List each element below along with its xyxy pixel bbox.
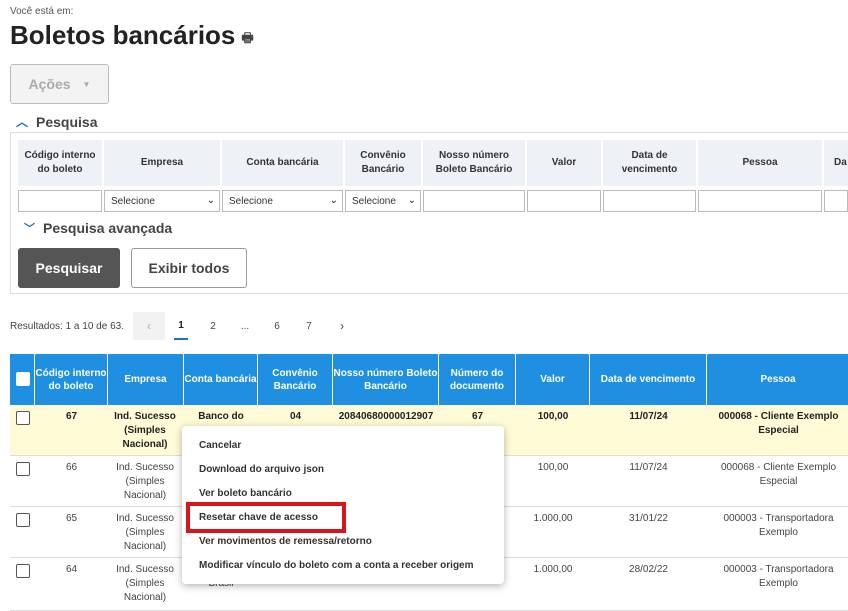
cell-empresa: Ind. Sucesso (Simples Nacional) <box>116 462 174 501</box>
page-title-text: Boletos bancários <box>10 20 236 50</box>
search-section-toggle[interactable]: ︿ Pesquisa <box>16 113 98 130</box>
col-header-conta[interactable]: Conta bancária <box>184 354 258 405</box>
row-checkbox[interactable] <box>16 513 30 527</box>
filter-convenio-select[interactable]: Selecione ⌄ <box>345 190 421 212</box>
filter-header-nosso-numero: Nosso número Boleto Bancário <box>423 140 525 186</box>
cell-nosso-numero: 20840680000012907 <box>338 411 434 422</box>
cell-pessoa: 000068 - Cliente Exemplo Especial <box>718 411 839 436</box>
chevron-down-icon: ⌄ <box>206 195 215 206</box>
menu-item-ver-boleto[interactable]: Ver boleto bancário <box>199 488 292 499</box>
menu-item-cancelar[interactable]: Cancelar <box>199 440 241 451</box>
pagination-page-7[interactable]: 7 <box>302 312 316 340</box>
pagination-ellipsis: ... <box>240 320 250 332</box>
col-header-nosso-numero[interactable]: Nosso número Boleto Bancário <box>333 354 439 405</box>
advanced-search-label: Pesquisa avançada <box>43 220 173 236</box>
pagination-prev[interactable]: ‹ <box>133 312 165 340</box>
pagination-page-6[interactable]: 6 <box>270 312 284 340</box>
filter-pessoa-input[interactable] <box>698 190 822 212</box>
cell-codigo: 67 <box>65 411 78 422</box>
cell-pessoa: 000003 - Transportadora Exemplo <box>723 513 834 538</box>
row-checkbox[interactable] <box>16 462 30 476</box>
cell-convenio: 04 <box>289 411 302 422</box>
select-value: Selecione <box>352 195 396 207</box>
breadcrumb: Você está em: <box>10 6 74 17</box>
caret-down-icon: ▼ <box>82 79 91 89</box>
cell-data-vencimento: 11/07/24 <box>629 411 668 422</box>
actions-label: Ações <box>28 76 71 92</box>
actions-button[interactable]: Ações ▼ <box>10 64 109 104</box>
select-all-checkbox[interactable] <box>16 372 30 386</box>
show-all-button[interactable]: Exibir todos <box>131 248 247 288</box>
filter-valor-input[interactable] <box>527 190 601 212</box>
filter-header-convenio: Convênio Bancário <box>345 140 421 186</box>
cell-codigo: 65 <box>65 513 78 524</box>
cell-data-vencimento: 31/01/22 <box>629 513 668 524</box>
col-header-numero-documento[interactable]: Número do documento <box>439 354 516 405</box>
cell-codigo: 66 <box>65 462 78 473</box>
menu-item-ver-movimentos[interactable]: Ver movimentos de remessa/retorno <box>199 536 372 547</box>
highlight-annotation-box <box>186 502 346 533</box>
select-value: Selecione <box>111 195 155 207</box>
cell-numero-documento: 67 <box>471 411 484 422</box>
filter-extra-input[interactable] <box>824 190 848 212</box>
filter-header-data-vencimento: Data de vencimento <box>603 140 696 186</box>
col-header-codigo[interactable]: Código interno do boleto <box>35 354 108 405</box>
cell-codigo: 64 <box>65 564 78 575</box>
col-header-empresa[interactable]: Empresa <box>108 354 184 405</box>
col-header-valor[interactable]: Valor <box>516 354 590 405</box>
cell-valor: 1.000,00 <box>533 513 573 524</box>
cell-valor: 1.000,00 <box>533 564 573 575</box>
chevron-down-icon: ⌄ <box>329 195 338 206</box>
filter-header-valor: Valor <box>527 140 601 186</box>
col-header-pessoa[interactable]: Pessoa <box>707 354 848 405</box>
cell-empresa: Ind. Sucesso (Simples Nacional) <box>116 564 174 603</box>
search-section-title: Pesquisa <box>36 113 98 130</box>
pagination-page-1[interactable]: 1 <box>174 312 188 340</box>
row-checkbox[interactable] <box>16 411 30 425</box>
filter-codigo-input[interactable] <box>18 190 102 212</box>
page-title: Boletos bancários 🖶 <box>10 20 254 51</box>
cell-valor: 100,00 <box>537 462 569 473</box>
cell-data-vencimento: 11/07/24 <box>629 462 668 473</box>
print-icon[interactable]: 🖶 <box>241 29 253 51</box>
cell-pessoa: 000068 - Cliente Exemplo Especial <box>720 462 837 487</box>
cell-data-vencimento: 28/02/22 <box>629 564 668 575</box>
filter-header-pessoa: Pessoa <box>698 140 822 186</box>
filter-empresa-select[interactable]: Selecione ⌄ <box>104 190 220 212</box>
cell-pessoa: 000003 - Transportadora Exemplo <box>723 564 834 589</box>
advanced-search-toggle[interactable]: ﹀ Pesquisa avançada <box>24 220 172 236</box>
filter-header-empresa: Empresa <box>104 140 220 186</box>
filter-nosso-numero-input[interactable] <box>423 190 525 212</box>
pagination-page-2[interactable]: 2 <box>206 312 220 340</box>
chevron-up-icon: ︿ <box>16 115 29 129</box>
chevron-down-icon: ﹀ <box>24 223 35 235</box>
select-value: Selecione <box>229 195 273 207</box>
chevron-down-icon: ⌄ <box>407 195 416 206</box>
filter-header-extra: Da <box>824 140 848 186</box>
filter-header-codigo: Código interno do boleto <box>18 140 102 186</box>
filter-header-conta: Conta bancária <box>222 140 343 186</box>
menu-item-download-json[interactable]: Download do arquivo json <box>199 464 324 475</box>
filter-conta-select[interactable]: Selecione ⌄ <box>222 190 343 212</box>
cell-conta: Banco do <box>198 411 244 422</box>
cell-empresa: Ind. Sucesso (Simples Nacional) <box>114 411 176 450</box>
cell-valor: 100,00 <box>537 411 569 422</box>
col-header-data-vencimento[interactable]: Data de vencimento <box>590 354 707 405</box>
filter-data-input[interactable] <box>603 190 696 212</box>
row-checkbox[interactable] <box>16 564 30 578</box>
results-summary: Resultados: 1 a 10 de 63. <box>10 321 124 332</box>
search-button[interactable]: Pesquisar <box>18 248 120 288</box>
pagination-next[interactable]: › <box>334 312 350 340</box>
menu-item-modificar-vinculo[interactable]: Modificar vínculo do boleto com a conta … <box>199 560 474 571</box>
cell-empresa: Ind. Sucesso (Simples Nacional) <box>116 513 174 552</box>
col-header-convenio[interactable]: Convênio Bancário <box>258 354 333 405</box>
